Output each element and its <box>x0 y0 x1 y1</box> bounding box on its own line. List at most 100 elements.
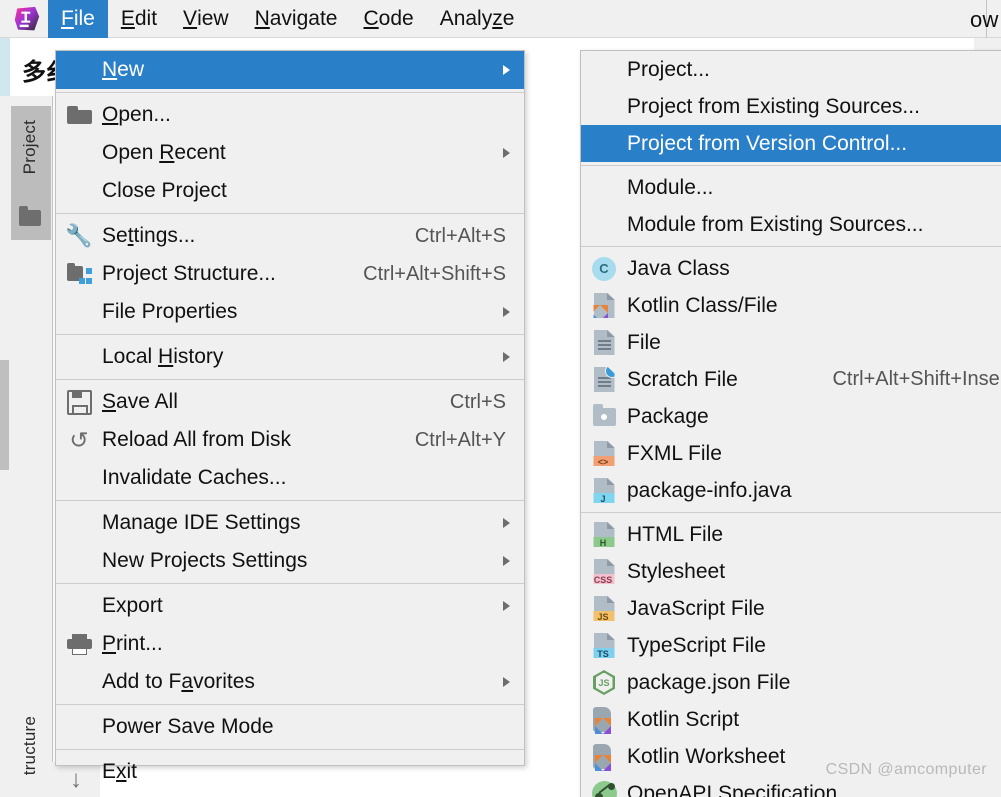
menu-item-exit[interactable]: Exit <box>56 753 524 791</box>
submenu-item-project-from-version-control[interactable]: Project from Version Control... <box>581 125 1001 162</box>
nodejs-icon: JS <box>581 670 627 695</box>
menu-item-close-project[interactable]: Close Project <box>56 172 524 210</box>
menu-item-export[interactable]: Export <box>56 587 524 625</box>
menu-item-label: Print... <box>102 632 163 655</box>
menu-item-accelerator: Ctrl+Alt+Shift+Insert <box>832 368 1001 390</box>
submenu-item-package[interactable]: Package <box>581 398 1001 435</box>
menu-item-invalidate-caches[interactable]: Invalidate Caches... <box>56 459 524 497</box>
sidebar-tab-structure-label[interactable]: tructure <box>20 716 40 775</box>
submenu-item-stylesheet[interactable]: CSS Stylesheet <box>581 553 1001 590</box>
css-file-icon: CSS <box>581 559 627 584</box>
submenu-item-javascript-file[interactable]: JS JavaScript File <box>581 590 1001 627</box>
menu-item-settings[interactable]: 🔧 Settings... Ctrl+Alt+S <box>56 217 524 255</box>
kotlin-worksheet-icon <box>581 744 627 771</box>
open-folder-icon <box>56 106 102 124</box>
menu-item-label: OpenAPI Specification <box>627 781 838 797</box>
menu-item-label: Kotlin Class/File <box>627 293 778 317</box>
submenu-item-fxml-file[interactable]: <> FXML File <box>581 435 1001 472</box>
submenu-item-kotlin-script[interactable]: Kotlin Script <box>581 701 1001 738</box>
menu-separator <box>56 334 524 335</box>
chevron-right-icon <box>503 65 524 75</box>
reload-icon: ↺ <box>69 426 89 453</box>
menu-item-file-properties[interactable]: File Properties <box>56 293 524 331</box>
openapi-icon <box>581 781 627 797</box>
menu-item-accelerator: Ctrl+Alt+S <box>414 224 506 247</box>
menu-item-label: New <box>102 58 145 81</box>
menu-item-label: Module... <box>627 175 714 199</box>
menu-separator <box>56 583 524 584</box>
menubar-item-window-clipped[interactable]: ow <box>970 7 999 33</box>
ts-file-icon: TS <box>581 633 627 658</box>
menu-item-manage-ide-settings[interactable]: Manage IDE Settings <box>56 504 524 542</box>
menu-item-open[interactable]: Open... <box>56 96 524 134</box>
scrollbar-thumb-left[interactable] <box>0 360 9 470</box>
file-menu-dropdown: New Open... Open Recent Close Project 🔧 … <box>55 50 1001 797</box>
file-icon <box>581 330 627 355</box>
save-icon <box>56 389 102 415</box>
menu-item-label: Close Project <box>102 179 227 202</box>
menu-separator <box>581 165 1001 166</box>
menubar-item-analyze[interactable]: Analy z e <box>427 0 528 38</box>
submenu-item-scratch-file[interactable]: Scratch File Ctrl+Alt+Shift+Insert <box>581 361 1001 398</box>
chevron-right-icon <box>503 307 524 317</box>
menu-item-label: Stylesheet <box>627 559 726 583</box>
main-menubar: File Edit View Navigate Code Analy z e <box>0 0 1001 38</box>
menubar-item-view[interactable]: View <box>170 0 242 38</box>
menu-item-label: Settings... <box>102 224 196 247</box>
submenu-item-package-json-file[interactable]: JS package.json File <box>581 664 1001 701</box>
submenu-item-typescript-file[interactable]: TS TypeScript File <box>581 627 1001 664</box>
menu-item-label: package.json File <box>627 670 791 694</box>
menu-item-label: Kotlin Script <box>627 707 740 731</box>
submenu-item-project[interactable]: Project... <box>581 51 1001 88</box>
chevron-right-icon <box>503 148 524 158</box>
chevron-right-icon <box>503 601 524 611</box>
menu-separator <box>56 749 524 750</box>
menu-item-open-recent[interactable]: Open Recent <box>56 134 524 172</box>
submenu-item-kotlin-class-file[interactable]: Kotlin Class/File <box>581 287 1001 324</box>
fxml-file-icon: <> <box>581 441 627 466</box>
menu-item-label: Project... <box>627 57 710 81</box>
submenu-item-java-class[interactable]: C Java Class <box>581 250 1001 287</box>
menu-item-print[interactable]: Print... <box>56 625 524 663</box>
menu-item-label: Open... <box>102 103 171 126</box>
menu-item-local-history[interactable]: Local History <box>56 338 524 376</box>
folder-icon <box>19 206 41 227</box>
menu-item-label: Export <box>102 594 163 617</box>
submenu-item-html-file[interactable]: H HTML File <box>581 516 1001 553</box>
menu-item-add-to-favorites[interactable]: Add to Favorites <box>56 663 524 701</box>
menu-item-label: Exit <box>102 760 138 783</box>
project-structure-icon <box>56 263 102 284</box>
menu-item-label: Manage IDE Settings <box>102 511 301 534</box>
menu-item-label: File <box>627 330 661 354</box>
menu-separator <box>56 500 524 501</box>
package-icon <box>581 403 627 426</box>
menubar-item-navigate[interactable]: Navigate <box>242 0 351 38</box>
menu-item-label: Scratch File <box>627 367 738 391</box>
menu-item-accelerator: Ctrl+Alt+Shift+S <box>363 262 506 285</box>
submenu-item-file[interactable]: File <box>581 324 1001 361</box>
intellij-idea-logo <box>14 6 40 30</box>
menu-item-label: HTML File <box>627 522 724 546</box>
submenu-item-module-from-existing-sources[interactable]: Module from Existing Sources... <box>581 206 1001 243</box>
scratch-file-icon <box>581 367 627 392</box>
submenu-item-module[interactable]: Module... <box>581 169 1001 206</box>
wrench-icon: 🔧 <box>65 223 93 248</box>
sidebar-tab-project-label: Project <box>20 120 39 175</box>
kotlin-file-icon <box>581 293 627 318</box>
menubar-item-edit[interactable]: Edit <box>108 0 170 38</box>
menubar-item-code[interactable]: Code <box>350 0 426 38</box>
printer-icon <box>56 633 102 655</box>
menu-item-new-projects-settings[interactable]: New Projects Settings <box>56 542 524 580</box>
menubar-item-file[interactable]: File <box>48 0 108 38</box>
menu-item-save-all[interactable]: Save All Ctrl+S <box>56 383 524 421</box>
menu-item-reload-all-from-disk[interactable]: ↺ Reload All from Disk Ctrl+Alt+Y <box>56 421 524 459</box>
submenu-item-openapi-specification[interactable]: OpenAPI Specification <box>581 775 1001 797</box>
menu-item-power-save-mode[interactable]: Power Save Mode <box>56 708 524 746</box>
menu-item-accelerator: Ctrl+S <box>449 390 506 413</box>
chevron-right-icon <box>503 518 524 528</box>
submenu-item-project-from-existing-sources[interactable]: Project from Existing Sources... <box>581 88 1001 125</box>
submenu-item-package-info-java[interactable]: J package-info.java <box>581 472 1001 509</box>
menu-item-new[interactable]: New <box>56 51 524 89</box>
menu-item-project-structure[interactable]: Project Structure... Ctrl+Alt+Shift+S <box>56 255 524 293</box>
submenu-item-kotlin-worksheet[interactable]: Kotlin Worksheet <box>581 738 1001 775</box>
